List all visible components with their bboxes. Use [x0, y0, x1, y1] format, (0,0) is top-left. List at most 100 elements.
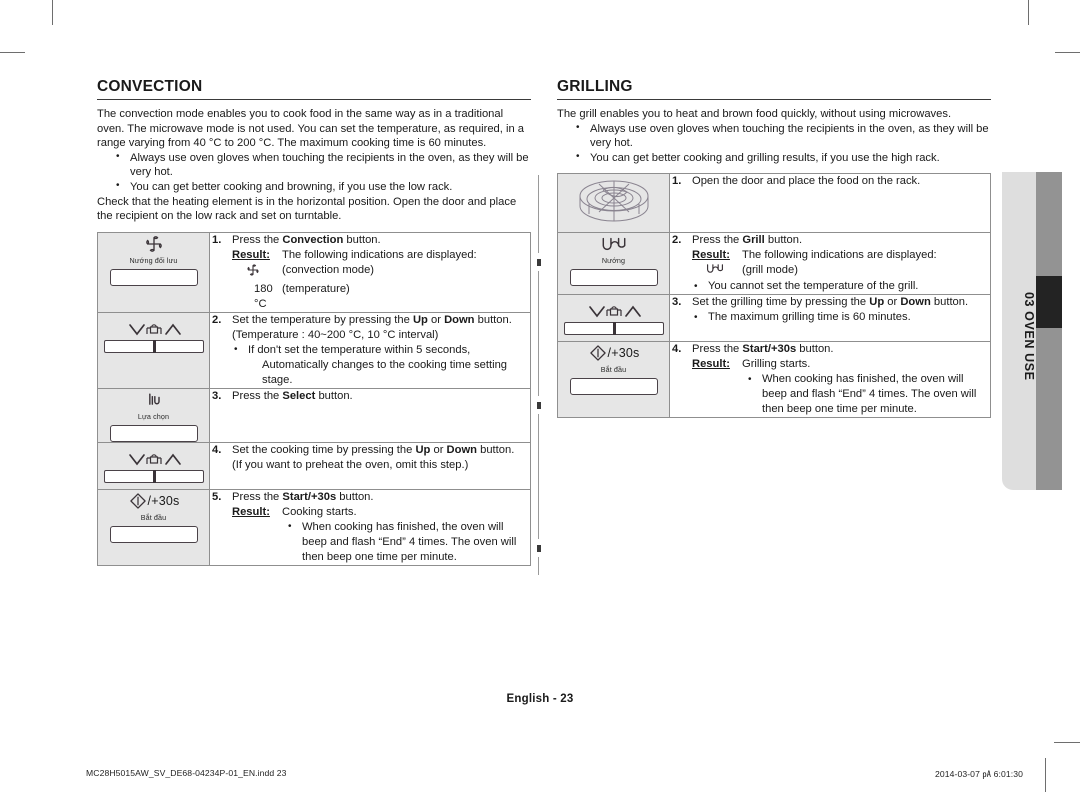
down-bold: Down [444, 313, 475, 326]
step-text-pre: Set the temperature by pressing the [232, 313, 413, 326]
step-bullet-line-3: then beep one time per minute. [762, 403, 917, 416]
result-label: Result: [692, 358, 730, 371]
step-bullet: If don't set the temperature within 5 se… [210, 342, 530, 358]
step-text-pre: Press the [692, 343, 743, 356]
turntable-high-rack-illustration [558, 174, 669, 232]
turntable-illustration-cell [557, 173, 670, 234]
crop-mark-top-left-h [0, 52, 25, 53]
preheat-note: (If you want to preheat the oven, omit t… [232, 458, 469, 471]
step-text-post: button. [474, 313, 512, 326]
step-text-pre: Set the cooking time by pressing the [232, 443, 416, 456]
crop-mark-top-right-h [1055, 52, 1080, 53]
table-row: /+30s Bắt đầu 5. Press the Start/+30s bu… [97, 488, 531, 566]
crop-mark-top-right-v [1028, 0, 1029, 25]
convection-section: CONVECTION The convection mode enables y… [97, 78, 531, 566]
grilling-title: GRILLING [557, 78, 633, 95]
up-down-rocker-bar[interactable] [103, 469, 204, 483]
crop-mark-top-left-v [52, 0, 53, 25]
result-row: Result: The following indications are di… [210, 248, 530, 263]
start-button[interactable] [109, 525, 198, 543]
start-key-vn-label: Bắt đầu [600, 365, 627, 375]
step-number: 4. [212, 443, 222, 456]
step-text-post: button. [930, 296, 969, 309]
step-number: 1. [672, 175, 682, 188]
up-down-lock-icon[interactable] [103, 317, 204, 357]
indication-temp-text: (temperature) [282, 282, 350, 295]
fan-icon [98, 233, 209, 255]
step-bullet-continued: Automatically changes to the cooking tim… [262, 358, 508, 386]
step-text-bold: Start/+30s [742, 343, 797, 356]
step-text: 1. Press the Convection button. [210, 233, 530, 248]
step-text-mid: or [884, 296, 901, 309]
list-item: Always use oven gloves when touching the… [576, 121, 991, 151]
updown-key-cell [97, 311, 210, 389]
step-text: 4. Set the cooking time by pressing the … [210, 443, 530, 458]
result-text: The following indications are displayed: [742, 249, 937, 262]
down-bold: Down [446, 443, 477, 456]
step-text-pre: Set the grilling time by pressing the [692, 296, 870, 309]
step-bullet: When cooking has finished, the oven will [210, 519, 530, 535]
result-text: The following indications are displayed: [282, 248, 477, 261]
up-bold: Up [869, 296, 885, 309]
step-number: 5. [212, 490, 222, 503]
convection-intro: The convection mode enables you to cook … [97, 108, 525, 150]
grill-button[interactable] [569, 269, 658, 287]
convection-title: CONVECTION [97, 78, 203, 95]
step-text: 2. Set the temperature by pressing the U… [210, 313, 530, 328]
step-text-post: button. [315, 389, 353, 402]
indication-row-grill-mode: (grill mode) [670, 263, 990, 279]
step-number: 2. [212, 313, 222, 326]
start-key-cell-2: /+30s Bắt đầu [557, 341, 670, 419]
footer-timestamp: 2014-03-07 ㎀ 6:01:30 [934, 769, 1023, 779]
start-icon: /+30s [558, 342, 669, 364]
chapter-tab-label: 03 OVEN USE [1022, 291, 1036, 381]
start-icon: /+30s [98, 490, 209, 512]
select-button[interactable] [109, 424, 198, 442]
start-key-cell: /+30s Bắt đầu [97, 488, 210, 566]
table-row: 2. Set the temperature by pressing the U… [97, 311, 531, 389]
step-number: 2. [672, 234, 682, 247]
list-item: You can get better cooking and grilling … [576, 150, 991, 166]
step-bullet: You cannot set the temperature of the gr… [670, 279, 990, 294]
convection-step-1-desc: 1. Press the Convection button. Result: … [209, 231, 531, 313]
up-down-rocker-bar[interactable] [103, 339, 204, 353]
table-row: /+30s Bắt đầu 4. Press the Start/+30s bu… [557, 341, 991, 419]
convection-steps-table: Nướng đối lưu 1. Press the Convection bu… [97, 231, 531, 566]
step-text-bold: Start/+30s [282, 490, 337, 503]
table-row: Nướng đối lưu 1. Press the Convection bu… [97, 231, 531, 313]
fan-icon [232, 263, 282, 282]
temperature-range-note: (Temperature : 40~200 °C, 10 °C interval… [232, 328, 439, 341]
grilling-step-2-desc: 2. Press the Grill button. Result: The f… [669, 232, 991, 296]
start-icon-text: /+30s [607, 346, 640, 361]
select-icon [98, 389, 209, 411]
step-text-body: Open the door and place the food on the … [692, 175, 921, 188]
grill-icon [692, 263, 742, 279]
up-down-rocker-bar[interactable] [563, 322, 664, 336]
footer-filename: MC28H5015AW_SV_DE68-04234P-01_EN.indd 23 [86, 768, 287, 778]
result-row: Result: Cooking starts. [210, 505, 530, 520]
up-bold: Up [412, 313, 428, 326]
step-text-post: button. [336, 490, 374, 503]
table-row: Lựa chọn 3. Press the Select button. [97, 387, 531, 443]
start-button[interactable] [569, 378, 658, 396]
up-bold: Up [415, 443, 431, 456]
page-number: English - 23 [506, 693, 574, 705]
step-text: 4. Press the Start/+30s button. [670, 342, 990, 357]
select-key-cell: Lựa chọn [97, 387, 210, 443]
step-number: 3. [212, 389, 222, 402]
down-bold: Down [900, 296, 931, 309]
up-down-lock-icon[interactable] [563, 299, 664, 339]
step-text-post: button. [764, 234, 803, 247]
result-label: Result: [232, 248, 270, 261]
step-bullet-line-2: beep and flash “End” 4 times. The oven w… [302, 535, 517, 548]
convection-outro: Check that the heating element is in the… [97, 195, 517, 223]
convection-step-2-desc: 2. Set the temperature by pressing the U… [209, 311, 531, 389]
up-down-lock-icon[interactable] [103, 447, 204, 487]
step-text-pre: Press the [232, 490, 283, 503]
step-text-mid: or [430, 443, 447, 456]
convection-bullets: Always use oven gloves when touching the… [97, 150, 531, 195]
updown-key-cell-3 [557, 294, 670, 343]
indication-temp-value: 180 °C [254, 282, 273, 310]
step-bullet-line-3: then beep one time per minute. [302, 550, 457, 563]
convection-button[interactable] [109, 268, 198, 286]
